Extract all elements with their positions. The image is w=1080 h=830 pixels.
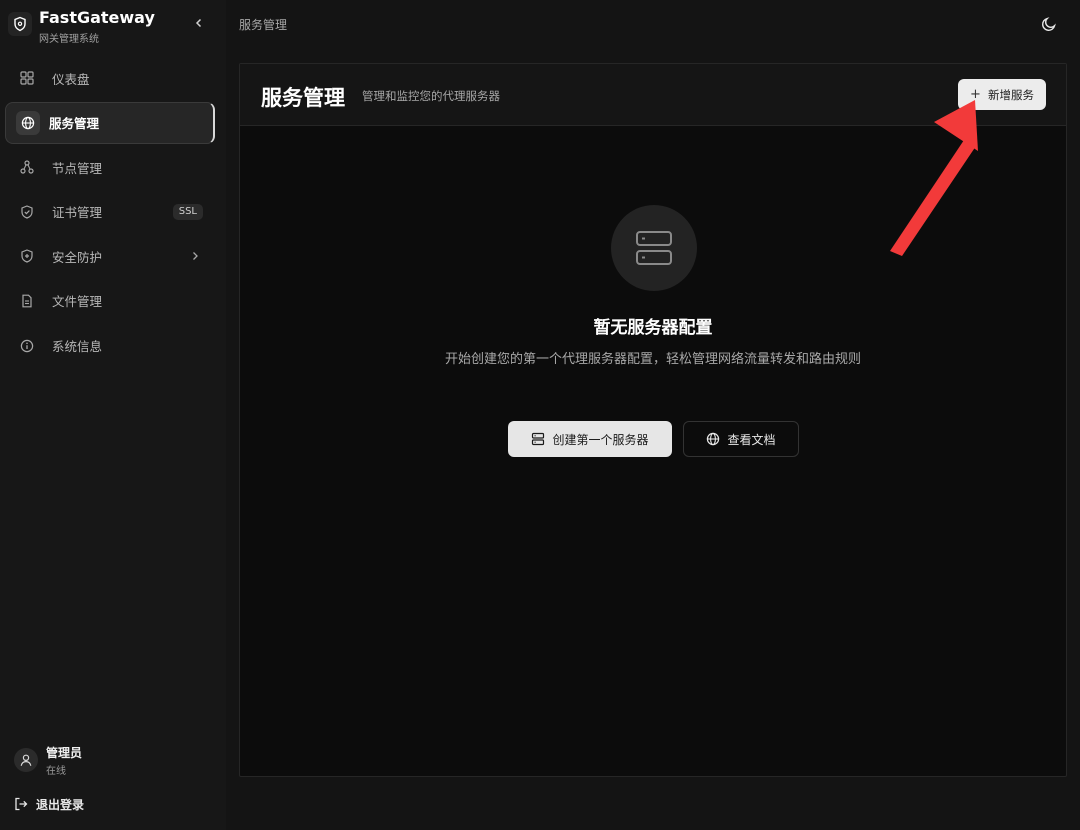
sidebar-item-label: 证书管理 bbox=[52, 205, 103, 221]
sidebar-item-nodes[interactable]: 节点管理 bbox=[5, 146, 215, 188]
empty-state-title: 暂无服务器配置 bbox=[593, 318, 713, 338]
sidebar-item-label: 服务管理 bbox=[49, 116, 100, 132]
shield-plus-icon bbox=[19, 248, 35, 264]
brand: FastGateway 网关管理系统 bbox=[8, 8, 218, 45]
ssl-badge: SSL bbox=[172, 203, 203, 220]
sidebar-item-security[interactable]: 安全防护 bbox=[5, 235, 215, 277]
create-first-server-button[interactable]: 创建第一个服务器 bbox=[508, 421, 672, 457]
moon-icon bbox=[1041, 17, 1056, 32]
user-status: 在线 bbox=[46, 766, 66, 777]
info-icon bbox=[19, 338, 35, 354]
page-description: 管理和监控您的代理服务器 bbox=[362, 89, 500, 103]
chevron-left-icon bbox=[195, 18, 202, 28]
globe-icon bbox=[16, 110, 40, 135]
server-icon bbox=[636, 231, 672, 265]
sidebar-item-files[interactable]: 文件管理 bbox=[5, 280, 215, 322]
logout-button[interactable]: 退出登录 bbox=[14, 793, 154, 815]
breadcrumb: 服务管理 bbox=[239, 18, 288, 32]
server-icon bbox=[531, 432, 545, 446]
shield-check-icon bbox=[19, 204, 35, 220]
sidebar-item-services[interactable]: 服务管理 bbox=[5, 101, 215, 144]
user-profile[interactable]: 管理员 在线 bbox=[14, 743, 214, 779]
sidebar-item-dashboard[interactable]: 仪表盘 bbox=[5, 57, 215, 99]
sidebar-item-label: 仪表盘 bbox=[52, 71, 90, 87]
empty-state-description: 开始创建您的第一个代理服务器配置，轻松管理网络流量转发和路由规则 bbox=[444, 352, 861, 367]
sidebar: FastGateway 网关管理系统 仪表盘 服务管理 节点管理 证书管理 SS… bbox=[0, 0, 226, 830]
page-title: 服务管理 bbox=[261, 86, 345, 110]
sidebar-item-certificates[interactable]: 证书管理 SSL bbox=[5, 191, 215, 233]
empty-state-icon bbox=[611, 205, 697, 291]
user-name: 管理员 bbox=[46, 746, 83, 760]
dashboard-grid-icon bbox=[19, 70, 35, 86]
sidebar-item-label: 文件管理 bbox=[52, 294, 103, 310]
services-panel: 服务管理 管理和监控您的代理服务器 + 新增服务 暂无服务器配置 开始创建您的第… bbox=[239, 63, 1067, 777]
app-root: FastGateway 网关管理系统 仪表盘 服务管理 节点管理 证书管理 SS… bbox=[0, 0, 1080, 830]
file-icon bbox=[19, 293, 35, 309]
chevron-right-icon bbox=[193, 252, 198, 261]
empty-state-actions: 创建第一个服务器 查看文档 bbox=[508, 421, 808, 457]
sidebar-nav: 仪表盘 服务管理 节点管理 证书管理 SSL 安全防护 文件管理 系统信息 bbox=[5, 57, 215, 369]
sidebar-item-label: 节点管理 bbox=[52, 160, 103, 176]
sidebar-item-system-info[interactable]: 系统信息 bbox=[5, 325, 215, 367]
nodes-icon bbox=[19, 159, 35, 175]
sidebar-item-label: 安全防护 bbox=[52, 249, 103, 265]
shield-logo-icon bbox=[8, 12, 32, 36]
logout-label: 退出登录 bbox=[36, 797, 85, 812]
add-service-button[interactable]: + 新增服务 bbox=[958, 79, 1046, 110]
plus-icon: + bbox=[970, 87, 981, 102]
logout-icon bbox=[15, 797, 28, 811]
app-title: FastGateway bbox=[39, 8, 155, 27]
collapse-sidebar-button[interactable] bbox=[190, 14, 208, 32]
view-docs-label: 查看文档 bbox=[727, 432, 776, 447]
add-service-label: 新增服务 bbox=[987, 87, 1034, 102]
user-icon bbox=[20, 754, 32, 766]
theme-toggle-button[interactable] bbox=[1039, 14, 1059, 34]
create-first-server-label: 创建第一个服务器 bbox=[552, 432, 649, 447]
page-header: 服务管理 管理和监控您的代理服务器 + 新增服务 bbox=[240, 64, 1066, 126]
view-docs-button[interactable]: 查看文档 bbox=[683, 421, 799, 457]
app-subtitle: 网关管理系统 bbox=[39, 34, 99, 45]
globe-icon bbox=[706, 432, 720, 446]
sidebar-item-label: 系统信息 bbox=[52, 339, 103, 355]
avatar bbox=[14, 748, 38, 772]
